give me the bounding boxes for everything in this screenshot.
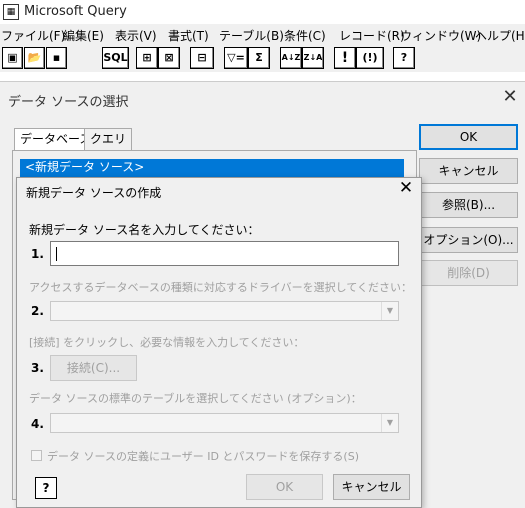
- menu-bar: ファイル(F) 編集(E) 表示(V) 書式(T) テーブル(B) 条件(C) …: [0, 24, 525, 45]
- open-folder-icon[interactable]: 📂: [24, 47, 45, 69]
- menu-view[interactable]: 表示(V): [115, 27, 157, 44]
- menu-window[interactable]: ウィンドウ(W): [400, 27, 481, 44]
- criteria-equals-button[interactable]: ▽=: [224, 47, 248, 69]
- workspace-strip: [0, 72, 525, 81]
- close-icon[interactable]: ✕: [394, 178, 418, 198]
- totals-sum-button[interactable]: Σ: [248, 47, 270, 69]
- cancel-button[interactable]: キャンセル: [333, 474, 410, 500]
- data-source-list-item[interactable]: <新規データ ソース>: [20, 159, 404, 177]
- text-caret: [56, 247, 57, 261]
- app-title: Microsoft Query: [24, 4, 127, 19]
- query-now-button[interactable]: !: [334, 47, 356, 69]
- default-table-select[interactable]: ▼: [50, 413, 399, 433]
- sort-ascending-button[interactable]: A↓Z: [280, 47, 302, 69]
- chevron-down-icon: ▼: [381, 302, 398, 320]
- dialog-title: データ ソースの選択: [8, 95, 129, 110]
- driver-select[interactable]: ▼: [50, 301, 399, 321]
- sql-button[interactable]: SQL: [102, 47, 129, 69]
- save-credentials-checkbox[interactable]: [31, 450, 42, 461]
- ok-button[interactable]: OK: [419, 124, 518, 150]
- close-icon[interactable]: ✕: [498, 86, 522, 107]
- toolbar: ▣ 📂 ▪ SQL ⊞ ⊠ ⊟ ▽= Σ A↓Z Z↓A ! (!) ?: [0, 45, 525, 72]
- options-button[interactable]: オプション(O)...: [419, 227, 518, 253]
- add-table-icon[interactable]: ⊟: [190, 47, 214, 69]
- help-icon[interactable]: ?: [35, 477, 57, 499]
- step4-number: 4.: [31, 417, 44, 431]
- menu-records[interactable]: レコード(R): [339, 27, 405, 44]
- show-tables-icon[interactable]: ⊞: [136, 47, 158, 69]
- dialog-title: 新規データ ソースの作成: [26, 186, 162, 200]
- help-button[interactable]: ?: [393, 47, 415, 69]
- step3-label: [接続] をクリックし、必要な情報を入力してください：: [29, 336, 305, 349]
- new-query-icon[interactable]: ▣: [2, 47, 23, 69]
- save-disk-icon[interactable]: ▪: [46, 47, 67, 69]
- create-new-data-source-dialog: 新規データ ソースの作成 ✕ 新規データ ソース名を入力してください： 1. ア…: [16, 177, 422, 508]
- ok-button[interactable]: OK: [246, 474, 323, 500]
- step1-number: 1.: [31, 247, 44, 261]
- menu-edit[interactable]: 編集(E): [63, 27, 104, 44]
- app-title-bar: ▦ Microsoft Query: [0, 0, 525, 24]
- menu-table[interactable]: テーブル(B): [219, 27, 284, 44]
- delete-button[interactable]: 削除(D): [419, 260, 518, 286]
- save-credentials-label: データ ソースの定義にユーザー ID とパスワードを保存する(S): [47, 450, 359, 463]
- menu-format[interactable]: 書式(T): [168, 27, 209, 44]
- connect-button[interactable]: 接続(C)...: [50, 355, 137, 381]
- step1-label: 新規データ ソース名を入力してください：: [29, 223, 260, 237]
- data-source-name-input[interactable]: [50, 241, 399, 266]
- show-criteria-icon[interactable]: ⊠: [158, 47, 180, 69]
- tab-queries[interactable]: クエリ: [84, 128, 133, 150]
- cancel-button[interactable]: キャンセル: [419, 158, 518, 184]
- menu-criteria[interactable]: 条件(C): [284, 27, 326, 44]
- chevron-down-icon: ▼: [381, 414, 398, 432]
- auto-query-button[interactable]: (!): [356, 47, 384, 69]
- browse-button[interactable]: 参照(B)...: [419, 192, 518, 218]
- query-app-icon: ▦: [3, 4, 19, 20]
- step2-number: 2.: [31, 304, 44, 318]
- menu-file[interactable]: ファイル(F): [1, 27, 65, 44]
- step3-number: 3.: [31, 361, 44, 375]
- step4-label: データ ソースの標準のテーブルを選択してください (オプション)：: [29, 392, 362, 405]
- sort-descending-button[interactable]: Z↓A: [302, 47, 324, 69]
- step2-label: アクセスするデータベースの種類に対応するドライバーを選択してください：: [29, 281, 413, 294]
- menu-help[interactable]: ヘルプ(H): [475, 27, 525, 44]
